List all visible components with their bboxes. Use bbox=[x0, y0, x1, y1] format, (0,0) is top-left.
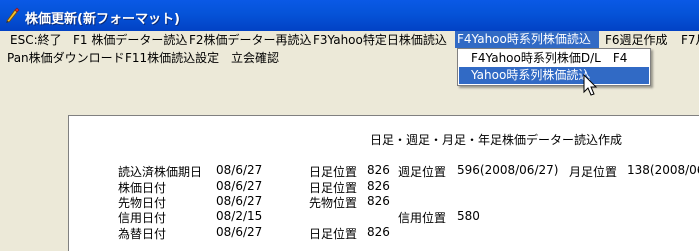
row-date: 08/6/27 bbox=[216, 163, 263, 177]
report-title: 日足・週足・月足・年足株価データー読込作成 bbox=[370, 133, 623, 147]
dropdown-item-yahoo-timeseries-download[interactable]: F4Yahoo時系列株価D/L F4 bbox=[459, 50, 649, 67]
menu-f4-yahoo-timeseries[interactable]: F4Yahoo時系列株価読込 bbox=[455, 31, 599, 48]
menu-f1-load[interactable]: F1 株価データー読込 bbox=[71, 32, 189, 49]
row-pos2-label: 週足位置 bbox=[398, 165, 447, 179]
row-date: 08/6/27 bbox=[216, 194, 263, 208]
mouse-cursor-icon bbox=[583, 74, 598, 96]
row-pos2-value: 596(2008/06/27) bbox=[457, 163, 559, 177]
report-row: 為替日付 08/6/27 日足位置 826 bbox=[0, 225, 699, 241]
row-label: 為替日付 bbox=[118, 227, 167, 241]
row-pos3-label: 月足位置 bbox=[569, 165, 618, 179]
dropdown-item-yahoo-timeseries-load[interactable]: Yahoo時系列株価読込 bbox=[459, 67, 649, 84]
f4-dropdown-menu: F4Yahoo時系列株価D/L F4 Yahoo時系列株価読込 bbox=[457, 48, 651, 86]
row-date: 08/2/15 bbox=[216, 209, 263, 223]
menu-f3-yahoo-specific-day[interactable]: F3Yahoo特定日株価読込 bbox=[311, 32, 449, 49]
menu-f2-reload[interactable]: F2株価データー再読込 bbox=[187, 32, 314, 49]
row-pos1-value: 826 bbox=[367, 194, 390, 208]
row-pos3-value: 138(2008/06 bbox=[627, 163, 699, 177]
menu-f7-monthly[interactable]: F7月 bbox=[679, 32, 699, 49]
row-pos1-value: 826 bbox=[367, 225, 390, 239]
row-label: 信用日付 bbox=[118, 211, 167, 225]
row-pos1-value: 826 bbox=[367, 163, 390, 177]
row-label: 読込済株価期日 bbox=[118, 165, 203, 179]
menu-esc-exit[interactable]: ESC:終了 bbox=[8, 32, 64, 49]
report-row: 先物日付 08/6/27 先物位置 826 bbox=[0, 194, 699, 210]
row-pos1-label: 日足位置 bbox=[309, 227, 358, 241]
report-row: 株価日付 08/6/27 日足位置 826 bbox=[0, 179, 699, 195]
report-row: 信用日付 08/2/15 信用位置 580 bbox=[0, 209, 699, 225]
title-bar: 株価更新(新フォーマット) bbox=[0, 0, 699, 31]
row-pos2-label: 信用位置 bbox=[398, 211, 447, 225]
app-icon bbox=[6, 7, 20, 23]
row-pos1-label: 日足位置 bbox=[309, 165, 358, 179]
row-date: 08/6/27 bbox=[216, 225, 263, 239]
window-title: 株価更新(新フォーマット) bbox=[25, 12, 180, 27]
menu-f6-weekly[interactable]: F6週足作成 bbox=[603, 32, 670, 49]
report-row: 読込済株価期日 08/6/27 日足位置 826 週足位置 596(2008/0… bbox=[0, 163, 699, 179]
row-pos2-value: 580 bbox=[457, 209, 480, 223]
row-date: 08/6/27 bbox=[216, 179, 263, 193]
row-pos1-value: 826 bbox=[367, 179, 390, 193]
